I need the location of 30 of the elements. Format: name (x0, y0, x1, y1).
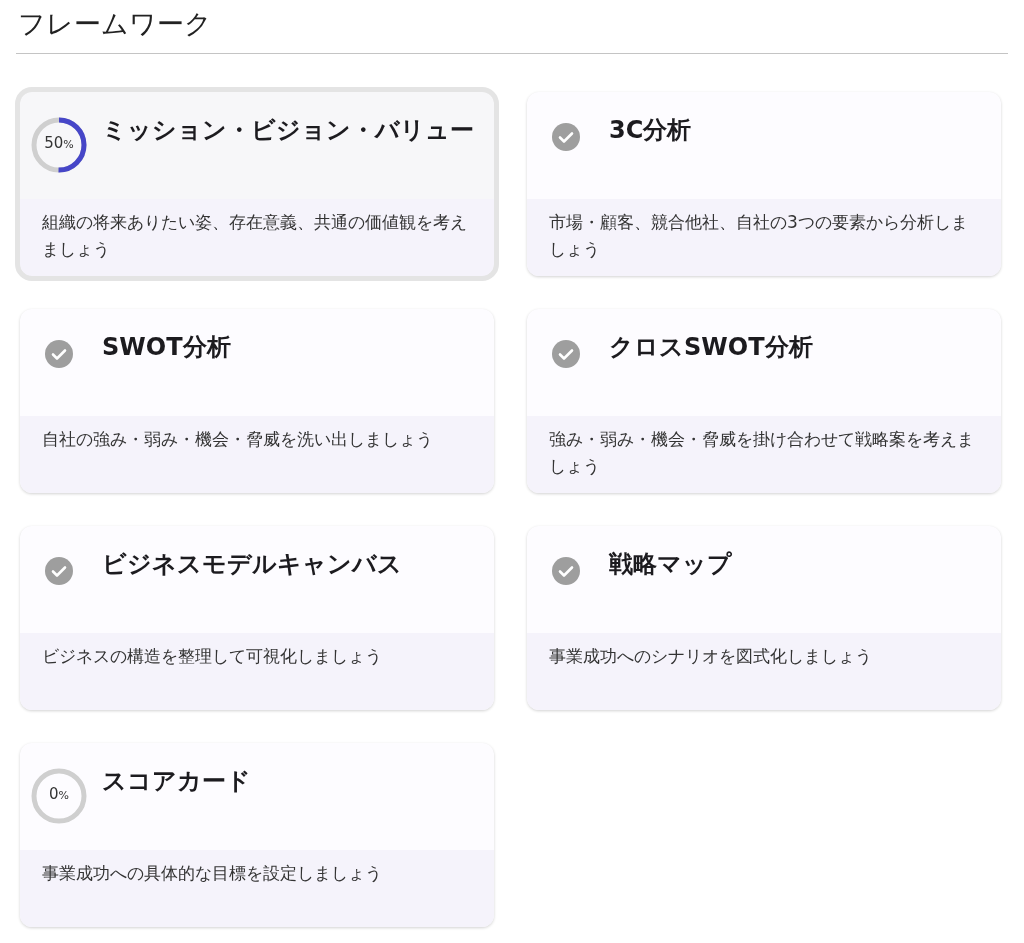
framework-card[interactable]: SWOT分析 自社の強み・弱み・機会・脅威を洗い出しましょう (20, 308, 494, 493)
framework-card[interactable]: クロスSWOT分析 強み・弱み・機会・脅威を掛け合わせて戦略案を考えましょう (527, 308, 1001, 493)
progress-percent: 0% (49, 784, 69, 803)
page-title: フレームワーク (18, 8, 212, 39)
check-circle-icon (552, 556, 580, 585)
framework-card[interactable]: 3C分析 市場・顧客、競合他社、自社の3つの要素から分析しましょう (527, 91, 1001, 276)
framework-card[interactable]: 0% スコアカード 事業成功への具体的な目標を設定しましょう (20, 742, 494, 927)
card-title: クロスSWOT分析 (609, 331, 813, 363)
card-description: 強み・弱み・機会・脅威を掛け合わせて戦略案を考えましょう (549, 428, 974, 476)
progress-ring (31, 116, 87, 173)
card-description: 事業成功へのシナリオを図式化しましょう (549, 645, 872, 666)
card-title: SWOT分析 (102, 331, 231, 363)
check-circle-icon (552, 122, 580, 151)
check-circle-icon (45, 339, 73, 368)
check-circle-icon (45, 556, 73, 585)
card-title: 戦略マップ (609, 548, 732, 580)
card-description: 自社の強み・弱み・機会・脅威を洗い出しましょう (42, 428, 433, 449)
progress-percent: 50% (44, 133, 74, 152)
framework-card[interactable]: ビジネスモデルキャンバス ビジネスの構造を整理して可視化しましょう (20, 525, 494, 710)
card-title: ビジネスモデルキャンバス (102, 548, 402, 580)
card-description: ビジネスの構造を整理して可視化しましょう (42, 645, 382, 666)
card-description: 市場・顧客、競合他社、自社の3つの要素から分析しましょう (549, 211, 968, 259)
card-description: 事業成功への具体的な目標を設定しましょう (42, 862, 382, 883)
check-circle-icon (552, 339, 580, 368)
card-title: ミッション・ビジョン・バリュー (102, 114, 474, 146)
card-title: スコアカード (102, 765, 251, 797)
progress-ring (31, 767, 87, 824)
card-title: 3C分析 (609, 114, 692, 146)
framework-card[interactable]: 戦略マップ 事業成功へのシナリオを図式化しましょう (527, 525, 1001, 710)
card-description: 組織の将来ありたい姿、存在意義、共通の価値観を考えましょう (42, 211, 467, 259)
